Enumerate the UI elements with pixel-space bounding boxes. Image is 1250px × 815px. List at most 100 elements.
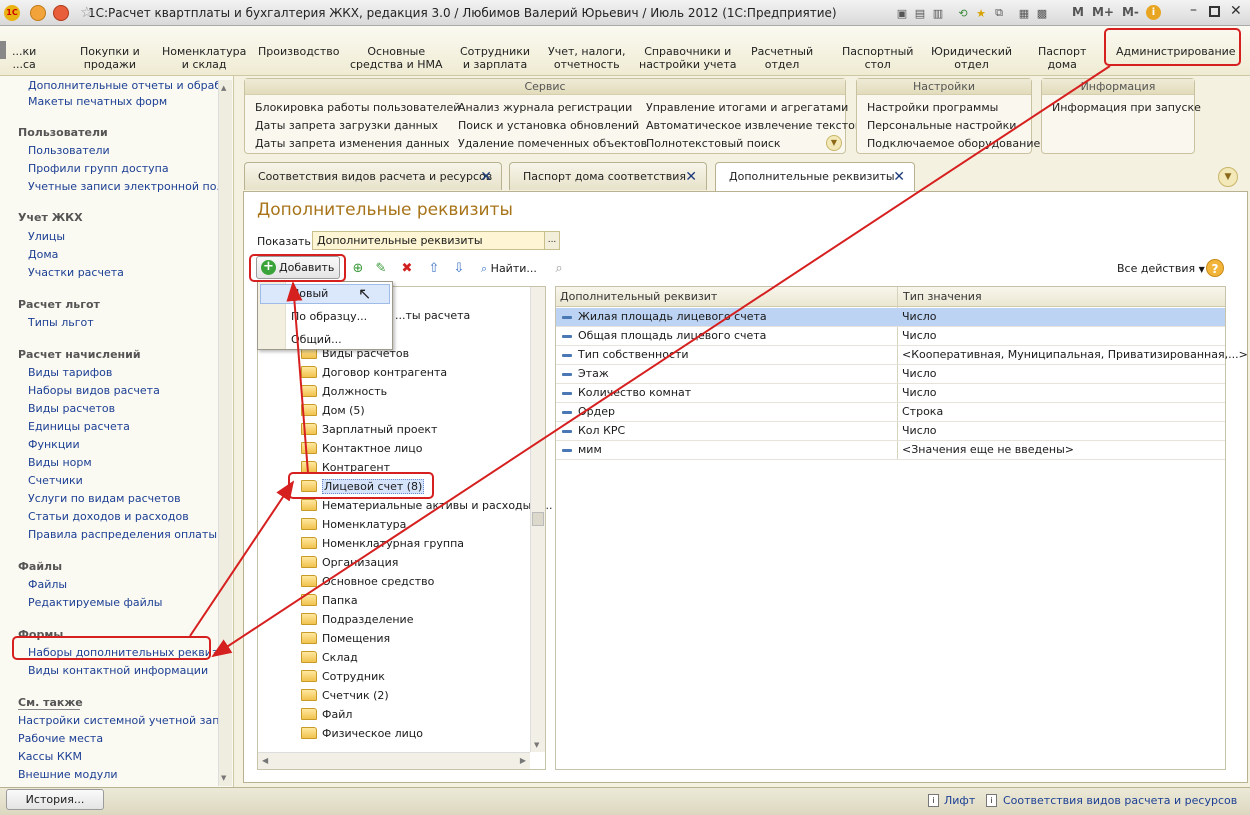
delete-mark-icon[interactable]: ✖	[398, 260, 416, 278]
panel-item[interactable]: Настройки программы	[867, 101, 998, 114]
close-tab-icon[interactable]: ✕	[685, 163, 697, 191]
preview-icon[interactable]: ▥	[930, 5, 946, 21]
sidebar-item[interactable]: Наборы видов расчета	[28, 384, 160, 397]
tab-resource-mapping[interactable]: Соответствия видов расчета и ресурсов ✕	[244, 162, 502, 190]
panel-item[interactable]: Блокировка работы пользователей	[255, 101, 460, 114]
minimize-icon[interactable]: –	[1190, 2, 1197, 18]
sidebar-item[interactable]: Участки расчета	[28, 266, 124, 279]
add-copy-icon[interactable]: ⊕	[349, 260, 367, 278]
sidebar-item[interactable]: Статьи доходов и расходов	[28, 510, 189, 523]
tree-scrollbar[interactable]: ▼	[530, 287, 545, 752]
tree-item[interactable]: Номенклатурная группа	[301, 535, 464, 553]
sidebar-item[interactable]: Настройки системной учетной зап...	[18, 714, 230, 727]
section-partial[interactable]: ...ки ...са	[12, 45, 36, 71]
tree-item[interactable]: Сотрудник	[301, 668, 385, 686]
sidebar-scrollbar[interactable]: ▲ ▼	[218, 80, 232, 786]
memory-mplus-button[interactable]: M+	[1092, 5, 1114, 19]
section-assets[interactable]: Основные средства и НМА	[350, 45, 443, 71]
tree-item[interactable]: ...ты расчета	[395, 307, 470, 325]
sidebar-item[interactable]: Виды расчетов	[28, 402, 115, 415]
memory-m-button[interactable]: M	[1072, 5, 1084, 19]
help-icon[interactable]: ?	[1206, 259, 1224, 277]
sidebar-item[interactable]: Дополнительные отчеты и обраб...	[28, 79, 232, 92]
calendar-icon[interactable]: ▩	[1034, 5, 1050, 21]
table-row[interactable]: Количество комнат Число	[556, 384, 1225, 403]
close-tab-icon[interactable]: ✕	[480, 163, 492, 191]
menu-item-copy[interactable]: По образцу...	[291, 310, 367, 323]
tree-item[interactable]: Счетчик (2)	[301, 687, 389, 705]
table-row[interactable]: Ордер Строка	[556, 403, 1225, 422]
panel-item[interactable]: Персональные настройки	[867, 119, 1016, 132]
scroll-left-icon[interactable]	[0, 41, 6, 59]
section-passport-office[interactable]: Паспортный стол	[842, 45, 913, 71]
tab-additional-attributes[interactable]: Дополнительные реквизиты ✕	[715, 162, 915, 192]
memory-mminus-button[interactable]: M-	[1122, 5, 1139, 19]
expand-group-icon[interactable]: ▼	[826, 135, 842, 151]
panel-item[interactable]: Удаление помеченных объектов	[458, 137, 647, 150]
tree-item[interactable]: Договор контрагента	[301, 364, 447, 382]
table-row[interactable]: Общая площадь лицевого счета Число	[556, 327, 1225, 346]
section-house-passport[interactable]: Паспорт дома	[1038, 45, 1086, 71]
back-icon[interactable]	[53, 5, 69, 21]
history-button[interactable]: История...	[6, 789, 104, 810]
tree-item[interactable]: Физическое лицо	[301, 725, 423, 743]
calculator-icon[interactable]: ▦	[1016, 5, 1032, 21]
section-legal[interactable]: Юридический отдел	[931, 45, 1012, 71]
add-favorite-icon[interactable]: ★	[973, 5, 989, 21]
scroll-down-icon[interactable]: ▼	[221, 774, 226, 782]
tree-item[interactable]: Зарплатный проект	[301, 421, 437, 439]
sidebar-item[interactable]: Внешние модули	[18, 768, 118, 781]
print-icon[interactable]: ▤	[912, 5, 928, 21]
tree-item[interactable]: Основное средство	[301, 573, 434, 591]
panel-item[interactable]: Анализ журнала регистрации	[458, 101, 632, 114]
section-sales[interactable]: Покупки и продажи	[80, 45, 140, 71]
show-field[interactable]: Дополнительные реквизиты...	[312, 231, 560, 250]
sidebar-item[interactable]: Виды контактной информации	[28, 664, 208, 677]
status-link-mapping[interactable]: Соответствия видов расчета и ресурсов	[1003, 794, 1237, 807]
move-down-icon[interactable]: ⇩	[450, 260, 468, 278]
sidebar-item[interactable]: Файлы	[28, 578, 67, 591]
sidebar-item[interactable]: Виды тарифов	[28, 366, 112, 379]
panel-item[interactable]: Даты запрета изменения данных	[255, 137, 450, 150]
sidebar-item[interactable]: Функции	[28, 438, 80, 451]
tree-item[interactable]: Дом (5)	[301, 402, 365, 420]
panel-item[interactable]: Автоматическое извлечение текстов	[646, 119, 861, 132]
section-production[interactable]: Производство	[258, 45, 339, 58]
tree-item[interactable]: Помещения	[301, 630, 390, 648]
panel-item[interactable]: Полнотекстовый поиск	[646, 137, 781, 150]
table-row[interactable]: Тип собственности <Кооперативная, Муницип…	[556, 346, 1248, 365]
tree-item[interactable]: Склад	[301, 649, 358, 667]
panel-item[interactable]: Управление итогами и агрегатами	[646, 101, 848, 114]
tabs-menu-icon[interactable]: ▼	[1218, 167, 1238, 187]
sidebar-item[interactable]: Макеты печатных форм	[28, 95, 167, 108]
table-row[interactable]: мим <Значения еще не введены>	[556, 441, 1225, 460]
table-row[interactable]: Кол КРС Число	[556, 422, 1225, 441]
menu-item-new[interactable]: Новый	[291, 287, 328, 300]
panel-item[interactable]: Даты запрета загрузки данных	[255, 119, 438, 132]
panel-item[interactable]: Подключаемое оборудование	[867, 137, 1040, 150]
panel-item[interactable]: Поиск и установка обновлений	[458, 119, 639, 132]
tab-house-passport[interactable]: Паспорт дома соответствия ✕	[509, 162, 707, 190]
menu-item-common[interactable]: Общий...	[291, 333, 342, 346]
section-calculation[interactable]: Расчетный отдел	[751, 45, 813, 71]
sidebar-item[interactable]: Пользователи	[28, 144, 110, 157]
sidebar-item[interactable]: Рабочие места	[18, 732, 103, 745]
sidebar-item[interactable]: Виды норм	[28, 456, 92, 469]
tree-item[interactable]: Должность	[301, 383, 387, 401]
edit-pencil-icon[interactable]: ✎	[372, 260, 390, 278]
close-window-icon[interactable]: ✕	[1230, 3, 1242, 19]
tree-hscrollbar[interactable]: ◀ ▶	[258, 752, 530, 769]
move-up-icon[interactable]: ⇧	[425, 260, 443, 278]
sidebar-item[interactable]: Типы льгот	[28, 316, 94, 329]
column-header[interactable]: Тип значения	[903, 290, 982, 303]
sidebar-item[interactable]: Кассы ККМ	[18, 750, 82, 763]
scroll-up-icon[interactable]: ▲	[221, 84, 226, 92]
select-ellipsis-icon[interactable]: ...	[544, 232, 559, 249]
close-tab-icon[interactable]: ✕	[893, 163, 905, 191]
tree-item[interactable]: Нематериальные активы и расходы н...	[301, 497, 553, 515]
scroll-left-icon[interactable]: ◀	[262, 756, 268, 765]
sidebar-item[interactable]: Единицы расчета	[28, 420, 130, 433]
sidebar-item[interactable]: Счетчики	[28, 474, 83, 487]
cancel-search-icon[interactable]: ⌕	[550, 260, 568, 278]
refresh-icon[interactable]: ⟲	[955, 5, 971, 21]
